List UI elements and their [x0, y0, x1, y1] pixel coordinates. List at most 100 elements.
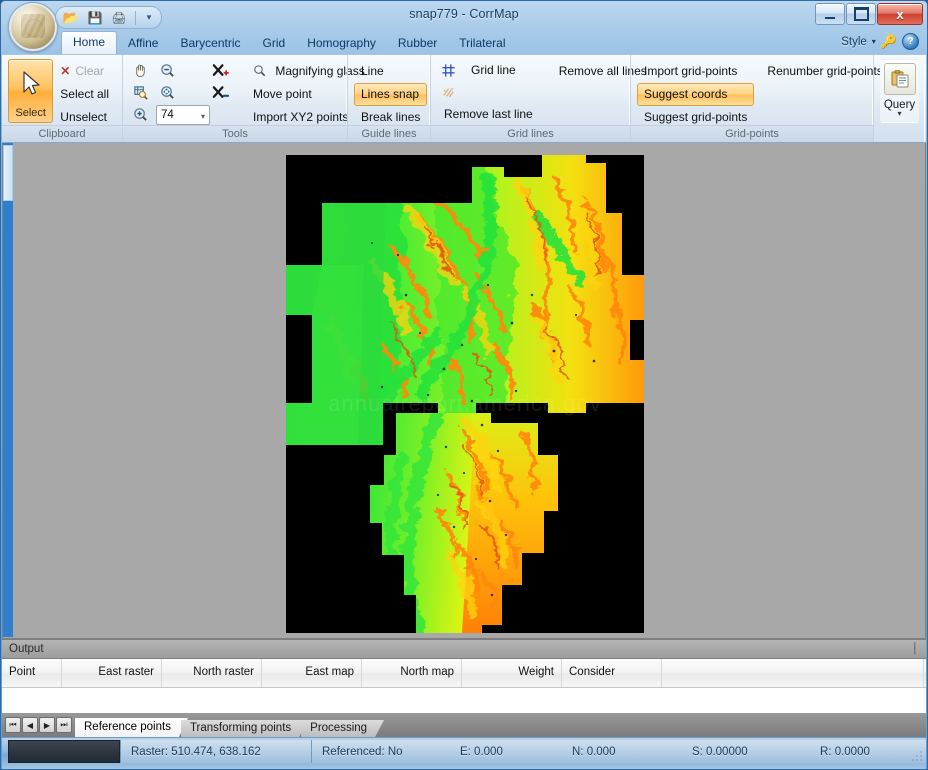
table-body[interactable]: [2, 688, 926, 713]
ribbon-group-tools: 74 ▾ Magnifying glass Move point Import …: [122, 55, 365, 142]
nav-last-button[interactable]: ⏭: [56, 717, 72, 733]
chevron-down-icon[interactable]: ▾: [201, 112, 205, 121]
ribbon-group-guide-lines: Line Lines snap Break lines Guide lines: [347, 55, 430, 142]
zoom-center-icon[interactable]: [156, 82, 179, 103]
clear-button[interactable]: ✕ Clear: [53, 60, 116, 83]
grid-line-icon[interactable]: [437, 60, 460, 81]
grid-line-row: Grid line: [437, 60, 540, 81]
group-title-clipboard: Clipboard: [2, 125, 122, 142]
column-header-north-map[interactable]: North map: [362, 659, 462, 687]
select-all-button[interactable]: Select all: [53, 83, 116, 106]
column-header-point[interactable]: Point: [2, 659, 62, 687]
table-header-row: Point East raster North raster East map …: [2, 659, 926, 688]
grid-snap-icon[interactable]: [437, 82, 460, 103]
select-button-label: Select: [15, 107, 46, 119]
tab-affine[interactable]: Affine: [117, 33, 169, 54]
tab-trilateral[interactable]: Trilateral: [448, 33, 516, 54]
ribbon: Select ✕ Clear Select all Unselect Clipbo…: [2, 54, 926, 143]
tab-homography[interactable]: Homography: [296, 33, 387, 54]
ribbon-group-grid-points: Import grid-points Suggest coords Sugges…: [630, 55, 883, 142]
group-title-grid-lines: Grid lines: [431, 125, 630, 142]
nav-first-button[interactable]: ⏮: [5, 717, 21, 733]
record-navigation-buttons: ⏮ ◀ ▶ ⏭: [2, 714, 75, 737]
status-scale: S: 0.00000: [682, 740, 810, 763]
window-title: snap779 - CorrMap: [409, 7, 519, 21]
status-north: N: 0.000: [562, 740, 682, 763]
chevron-down-icon[interactable]: ▾: [872, 37, 876, 46]
clear-label: Clear: [75, 64, 105, 78]
clipboard-query-icon: [883, 63, 916, 95]
minimize-button[interactable]: [815, 3, 845, 25]
resize-grip-icon[interactable]: [911, 750, 923, 762]
pan-hand-icon[interactable]: [129, 60, 152, 81]
help-icon[interactable]: ?: [902, 33, 919, 50]
guide-lines-commands: Line Lines snap Break lines: [354, 59, 428, 129]
ribbon-group-clipboard: Select ✕ Clear Select all Unselect Clipbo…: [2, 55, 122, 142]
doc-tab-reference-points[interactable]: Reference points: [75, 718, 188, 737]
chevron-down-icon[interactable]: ▾: [897, 110, 901, 118]
raster-canvas[interactable]: annualreport.america.gov: [286, 155, 644, 633]
tools-icon-row-3: 74 ▾: [129, 104, 232, 125]
application-window: 📂 💾 🖨 ▾ snap779 - CorrMap x Home Affine …: [0, 0, 928, 770]
renumber-grid-points-button[interactable]: Renumber grid-points: [760, 60, 889, 83]
title-bar: 📂 💾 🖨 ▾ snap779 - CorrMap x: [1, 1, 927, 51]
add-point-icon[interactable]: [209, 60, 232, 81]
canvas-area[interactable]: annualreport.america.gov: [2, 143, 926, 639]
status-referenced: Referenced: No: [311, 740, 450, 763]
status-rotation: R: 0.0000: [810, 740, 926, 763]
column-header-north-raster[interactable]: North raster: [162, 659, 262, 687]
close-button[interactable]: x: [877, 3, 923, 25]
zoom-window-svg: [134, 86, 148, 100]
remove-point-icon[interactable]: [209, 82, 232, 103]
zoom-level-value: 74: [161, 108, 174, 121]
reference-points-table[interactable]: Point East raster North raster East map …: [2, 659, 926, 713]
tab-rubber[interactable]: Rubber: [387, 33, 448, 54]
clear-x-icon: ✕: [60, 64, 71, 78]
maximize-button[interactable]: [846, 3, 876, 25]
canvas-vertical-scrollbar[interactable]: [3, 143, 13, 637]
remove-last-line-row: Remove last line: [437, 104, 540, 125]
grid-snap-svg: [443, 87, 454, 98]
status-raster-coords: Raster: 510.474, 638.162: [120, 740, 311, 763]
nav-prev-button[interactable]: ◀: [22, 717, 38, 733]
cursor-arrow-icon: [21, 60, 41, 107]
tab-grid[interactable]: Grid: [252, 33, 297, 54]
remove-last-line-button[interactable]: Remove last line: [437, 103, 540, 126]
tab-barycentric[interactable]: Barycentric: [169, 33, 251, 54]
select-button[interactable]: Select: [8, 59, 54, 123]
zoom-level-combobox[interactable]: 74 ▾: [156, 104, 210, 125]
style-label[interactable]: Style: [841, 36, 867, 48]
query-button[interactable]: Query ▾: [880, 59, 919, 123]
column-header-consider[interactable]: Consider: [562, 659, 662, 687]
tools-icon-pad: 74 ▾: [129, 59, 232, 125]
zoom-window-icon[interactable]: [129, 82, 152, 103]
ribbon-group-query: Query ▾: [873, 55, 925, 142]
cursor-arrow-svg: [23, 70, 40, 95]
doc-tab-transforming-points[interactable]: Transforming points: [181, 720, 308, 737]
pin-icon[interactable]: ⏐: [912, 643, 918, 656]
ribbon-tab-row: Home Affine Barycentric Grid Homography …: [1, 31, 927, 54]
document-tab-strip: ⏮ ◀ ▶ ⏭ Reference points Transforming po…: [2, 713, 926, 737]
dem-raster-svg: [286, 155, 644, 633]
nav-next-button[interactable]: ▶: [39, 717, 55, 733]
zoom-in-icon[interactable]: [129, 104, 152, 125]
output-dock-title: Output: [9, 643, 44, 655]
tab-home[interactable]: Home: [61, 31, 118, 54]
group-title-tools: Tools: [123, 125, 347, 142]
remove-point-svg: [212, 85, 229, 98]
grid-line-button[interactable]: Grid line: [464, 59, 523, 82]
column-header-east-map[interactable]: East map: [262, 659, 362, 687]
zoom-out-icon[interactable]: [156, 60, 179, 81]
scrollbar-thumb[interactable]: [3, 145, 13, 201]
grid-snap-row: [437, 82, 540, 103]
doc-tab-processing[interactable]: Processing: [301, 720, 384, 737]
column-header-weight[interactable]: Weight: [462, 659, 562, 687]
add-point-svg: [212, 63, 229, 76]
group-title-grid-points: Grid-points: [631, 125, 873, 142]
lines-snap-button[interactable]: Lines snap: [354, 83, 428, 106]
suggest-coords-button[interactable]: Suggest coords: [637, 83, 755, 106]
column-header-east-raster[interactable]: East raster: [62, 659, 162, 687]
key-icon[interactable]: 🔑: [881, 35, 897, 48]
line-button[interactable]: Line: [354, 60, 427, 83]
import-grid-points-button[interactable]: Import grid-points: [637, 60, 754, 83]
